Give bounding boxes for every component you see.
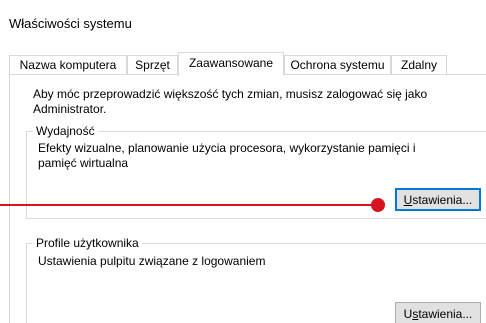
tab-computer-name[interactable]: Nazwa komputera bbox=[9, 55, 127, 75]
annotation-pointer-line bbox=[0, 204, 378, 206]
tab-advanced[interactable]: Zaawansowane bbox=[178, 52, 284, 76]
user-profiles-settings-label: tawienia... bbox=[418, 306, 473, 321]
user-profiles-group-legend: Profile użytkownika bbox=[33, 235, 142, 251]
tab-strip: Nazwa komputera Sprzęt Zaawansowane Ochr… bbox=[9, 52, 486, 76]
performance-description-line-2: pamięć wirtualna bbox=[38, 156, 129, 170]
annotation-pointer-dot bbox=[371, 198, 385, 212]
performance-settings-button[interactable]: Ustawienia... bbox=[395, 188, 481, 211]
tab-system-protection[interactable]: Ochrona systemu bbox=[284, 55, 391, 75]
user-profiles-group: Profile użytkownika Ustawienia pulpitu z… bbox=[26, 235, 486, 323]
system-properties-window: Właściwości systemu Nazwa komputera Sprz… bbox=[0, 0, 486, 323]
user-profiles-description: Ustawienia pulpitu związane z logowaniem bbox=[38, 254, 266, 268]
user-profiles-settings-prefix: U bbox=[403, 306, 413, 321]
performance-description-line-1: Efekty wizualne, planowanie użycia proce… bbox=[38, 141, 416, 155]
user-profiles-settings-button[interactable]: Ustawienia... bbox=[395, 302, 481, 323]
tab-remote[interactable]: Zdalny bbox=[391, 55, 447, 75]
performance-settings-label: stawienia... bbox=[412, 192, 473, 207]
admin-notice-line-2: Administrator. bbox=[33, 102, 107, 116]
window-title: Właściwości systemu bbox=[9, 16, 132, 31]
performance-settings-mnemonic: U bbox=[403, 192, 413, 207]
admin-notice-line-1: Aby móc przeprowadzić większość tych zmi… bbox=[33, 87, 428, 101]
advanced-tab-panel: Aby móc przeprowadzić większość tych zmi… bbox=[9, 74, 486, 323]
admin-notice: Aby móc przeprowadzić większość tych zmi… bbox=[33, 87, 473, 117]
performance-description: Efekty wizualne, planowanie użycia proce… bbox=[38, 141, 416, 171]
tab-hardware[interactable]: Sprzęt bbox=[127, 55, 178, 75]
performance-group-legend: Wydajność bbox=[33, 123, 98, 139]
